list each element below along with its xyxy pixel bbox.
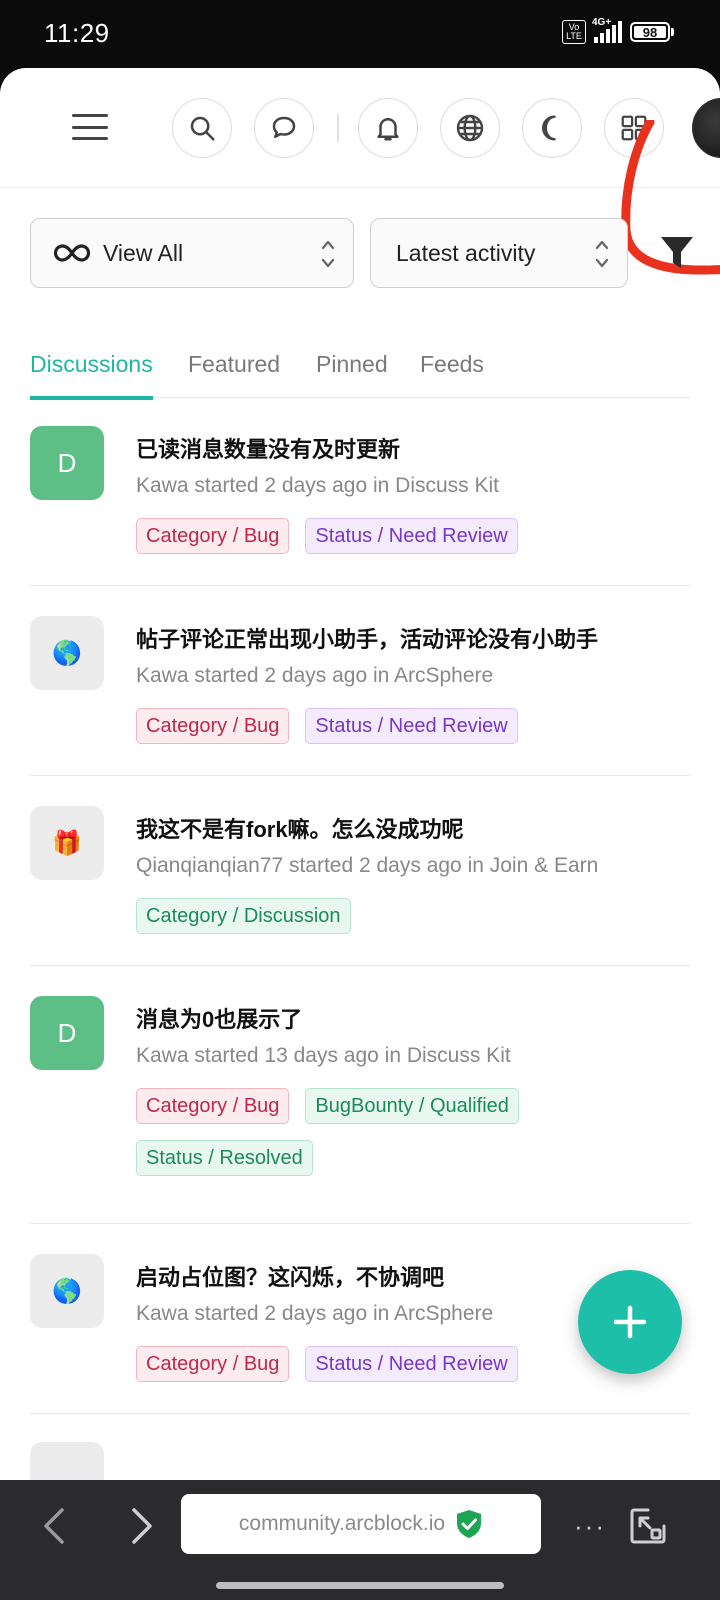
- tag[interactable]: Category / Bug: [136, 518, 290, 554]
- app-header: [0, 68, 720, 188]
- updown-arrows-icon: [321, 240, 335, 268]
- app-window: View All Latest activity Discussions Fea…: [0, 68, 720, 1480]
- tag[interactable]: Category / Bug: [136, 1346, 290, 1382]
- language-button[interactable]: [440, 98, 500, 158]
- theme-button[interactable]: [522, 98, 582, 158]
- forward-button[interactable]: [118, 1502, 166, 1550]
- view-select-label: View All: [103, 239, 184, 266]
- chevron-right-icon: [132, 1508, 152, 1544]
- url-bar[interactable]: community.arcblock.io: [181, 1494, 541, 1554]
- volte-icon: Vo LTE: [562, 20, 586, 44]
- item-title[interactable]: 启动占位图？这闪烁，不协调吧: [136, 1260, 444, 1292]
- menu-icon[interactable]: [72, 114, 108, 140]
- tab-feeds[interactable]: Feeds: [420, 330, 484, 398]
- item-avatar: [30, 1442, 104, 1480]
- view-select[interactable]: View All: [30, 218, 354, 288]
- item-title[interactable]: 帖子评论正常出现小助手，活动评论没有小助手: [136, 622, 598, 654]
- battery-icon: 98: [630, 22, 674, 42]
- secure-shield-icon: [457, 1510, 482, 1538]
- item-avatar: D: [30, 426, 104, 500]
- tag[interactable]: Category / Bug: [136, 1088, 290, 1124]
- item-title[interactable]: 已读消息数量没有及时更新: [136, 432, 400, 464]
- infinity-icon: [53, 244, 91, 262]
- bell-icon: [377, 118, 399, 141]
- globe-emoji-icon: 🌎: [30, 1254, 104, 1328]
- status-icons: Vo LTE 4G+ 98: [562, 17, 674, 44]
- tab-pinned[interactable]: Pinned: [316, 330, 388, 398]
- network-label: 4G+: [592, 17, 612, 28]
- tab-discussions[interactable]: Discussions: [30, 330, 153, 400]
- globe-icon: [456, 114, 484, 142]
- discussion-item[interactable]: D 已读消息数量没有及时更新 Kawa started 2 days ago i…: [30, 400, 690, 586]
- notifications-button[interactable]: [358, 98, 418, 158]
- tab-featured[interactable]: Featured: [188, 330, 280, 398]
- plus-icon: [613, 1305, 647, 1339]
- apps-icon: [621, 115, 647, 141]
- tag[interactable]: Category / Bug: [136, 708, 290, 744]
- discussion-item[interactable]: 🌎 帖子评论正常出现小助手，活动评论没有小助手 Kawa started 2 d…: [30, 586, 690, 776]
- updown-arrows-icon: [595, 240, 609, 268]
- chat-icon: [272, 116, 296, 138]
- sort-select[interactable]: Latest activity: [370, 218, 628, 288]
- exit-fullscreen-button[interactable]: [624, 1502, 672, 1550]
- filter-icon[interactable]: [660, 234, 694, 272]
- user-avatar[interactable]: [692, 98, 720, 158]
- chat-button[interactable]: [254, 98, 314, 158]
- more-button[interactable]: ···: [565, 1502, 615, 1550]
- moon-icon: [542, 115, 556, 141]
- item-meta: Kawa started 2 days ago in Discuss Kit: [136, 474, 500, 497]
- tag[interactable]: Status / Need Review: [305, 518, 518, 554]
- back-button[interactable]: [30, 1502, 78, 1550]
- globe-emoji-icon: 🌎: [30, 616, 104, 690]
- signal-icon: 4G+: [592, 17, 622, 43]
- gift-emoji-icon: 🎁: [30, 806, 104, 880]
- tag[interactable]: Status / Need Review: [305, 708, 518, 744]
- item-title[interactable]: 消息为0也展示了: [136, 1002, 302, 1034]
- tag[interactable]: Status / Resolved: [136, 1140, 313, 1176]
- item-tags: Category / Bug Status / Need Review: [136, 708, 676, 744]
- discussion-item[interactable]: D 消息为0也展示了 Kawa started 13 days ago in D…: [30, 966, 690, 1224]
- status-time: 11:29: [44, 18, 110, 48]
- header-divider: [337, 114, 339, 142]
- item-meta: Qianqianqian77 started 2 days ago in Joi…: [136, 854, 599, 877]
- item-avatar: D: [30, 996, 104, 1070]
- url-text: community.arcblock.io: [238, 1512, 446, 1535]
- filter-bar: View All Latest activity: [0, 218, 720, 288]
- tag[interactable]: Category / Discussion: [136, 898, 351, 934]
- search-icon: [190, 116, 215, 141]
- item-meta: Kawa started 2 days ago in ArcSphere: [136, 1302, 494, 1325]
- pip-icon: [630, 1508, 666, 1544]
- item-tags: Category / Bug BugBounty / Qualified Sta…: [136, 1088, 556, 1176]
- item-tags: Category / Discussion: [136, 898, 676, 934]
- item-title[interactable]: 我这不是有fork嘛。怎么没成功呢: [136, 812, 464, 844]
- chevron-left-icon: [44, 1508, 64, 1544]
- item-tags: Category / Bug Status / Need Review: [136, 518, 676, 554]
- apps-button[interactable]: [604, 98, 664, 158]
- tag[interactable]: Status / Need Review: [305, 1346, 518, 1382]
- search-button[interactable]: [172, 98, 232, 158]
- sort-select-label: Latest activity: [396, 239, 536, 266]
- home-indicator: [216, 1582, 504, 1589]
- new-discussion-button[interactable]: [578, 1270, 682, 1374]
- item-meta: Kawa started 2 days ago in ArcSphere: [136, 664, 494, 687]
- status-bar: 11:29 Vo LTE 4G+ 98: [0, 0, 720, 68]
- tabs: Discussions Featured Pinned Feeds: [30, 330, 690, 400]
- tag[interactable]: BugBounty / Qualified: [305, 1088, 519, 1124]
- item-meta: Kawa started 13 days ago in Discuss Kit: [136, 1044, 511, 1067]
- discussion-item[interactable]: 🎁 我这不是有fork嘛。怎么没成功呢 Qianqianqian77 start…: [30, 776, 690, 966]
- battery-level: 98: [642, 24, 658, 40]
